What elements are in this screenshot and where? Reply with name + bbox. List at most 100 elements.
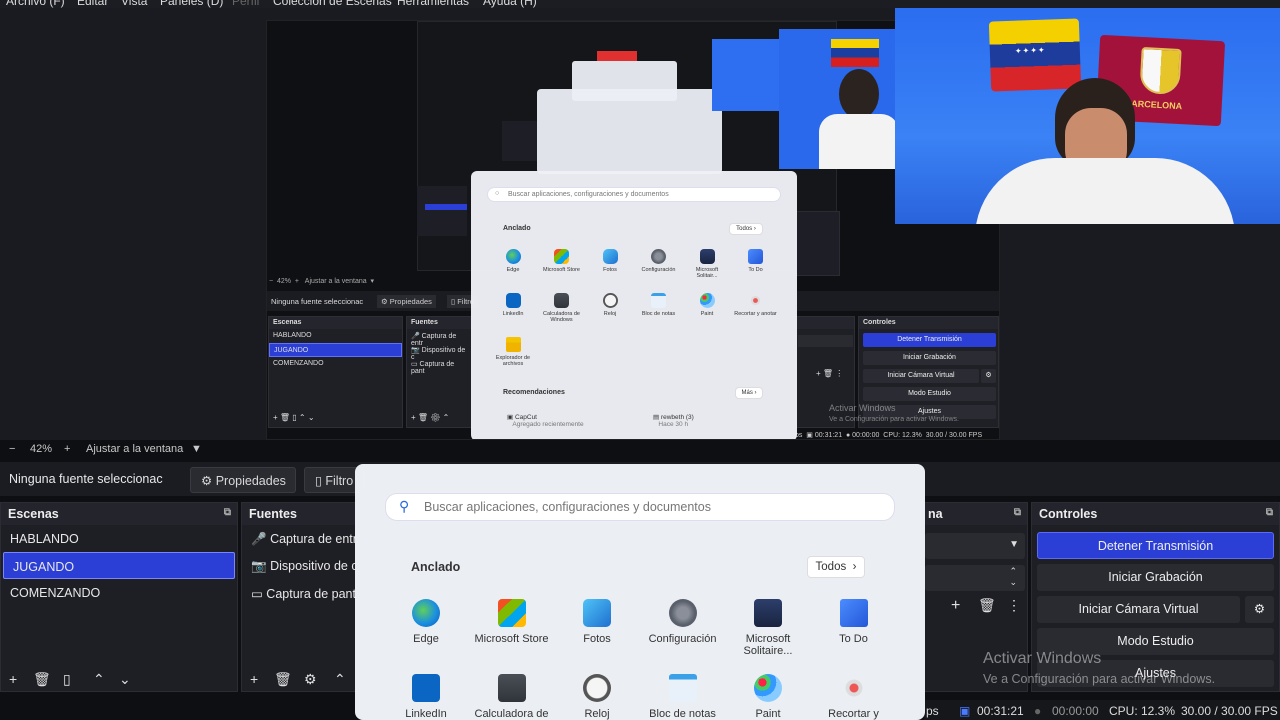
app-tile[interactable]: Recortar y [811, 674, 897, 720]
scene-filters-icon[interactable]: ▯ [63, 671, 71, 688]
app-label: Paint [755, 708, 781, 720]
nested-pinned-label: Anclado [503, 225, 531, 232]
app-tile[interactable]: Microsoft Solitaire... [725, 599, 811, 657]
menu-vista[interactable]: Vista [121, 0, 147, 8]
stop-stream-button[interactable]: Detener Transmisión [1037, 532, 1274, 559]
undock-icon[interactable]: ⧉ [1266, 507, 1273, 518]
move-up-icon[interactable]: ⌃ [93, 671, 105, 688]
nested-controls [795, 211, 840, 276]
more-icon[interactable]: ⋮ [1007, 597, 1021, 614]
source-item[interactable]: ▭ Captura de pant [242, 579, 356, 606]
app-tile[interactable]: LinkedIn [383, 674, 469, 720]
app-label: Edge [413, 633, 439, 645]
cpu-usage: CPU: 12.3% [1109, 704, 1176, 718]
app-tile[interactable]: Fotos [554, 599, 640, 645]
activate-windows-title: Activar Windows [983, 650, 1102, 667]
zoom-fit-label[interactable]: Ajustar a la ventana [86, 443, 183, 455]
camera-icon: 📷 [251, 559, 267, 573]
app-label: Fotos [603, 267, 617, 273]
nested-zoom: − 42% + Ajustar a la ventana ▾ [269, 278, 375, 285]
app-tile[interactable]: Paint [725, 674, 811, 720]
app-label: Microsoft Solitair... [695, 267, 719, 279]
scene-item-selected[interactable]: JUGANDO [3, 552, 235, 579]
stream-icon: ▣ [959, 704, 971, 718]
source-up-icon[interactable]: ⌃ [334, 671, 346, 688]
source-settings-icon[interactable]: ⚙ [304, 671, 317, 688]
virtual-camera-button[interactable]: Iniciar Cámara Virtual [1037, 596, 1240, 623]
menu-coleccion-escenas[interactable]: Colección de Escenas [273, 0, 392, 8]
app-tile[interactable]: Bloc de notas [640, 674, 726, 720]
nested-selection [425, 204, 467, 210]
store-icon [497, 599, 526, 627]
start-search-input[interactable]: ⚲ Buscar aplicaciones, configuraciones y… [385, 493, 895, 521]
move-down-icon[interactable]: ⌄ [119, 671, 131, 688]
app-tile[interactable]: Edge [383, 599, 469, 645]
paint-icon [754, 674, 782, 702]
zoom-dropdown-icon[interactable]: ▼ [191, 443, 202, 455]
menu-archivo[interactable]: Archivo (F) [6, 0, 65, 8]
start-record-button[interactable]: Iniciar Grabación [1037, 564, 1274, 591]
settings-icon [668, 599, 697, 627]
app-label: Bloc de notas [649, 708, 716, 720]
app-label: LinkedIn [502, 311, 524, 317]
app-tile[interactable]: Calculadora de [469, 674, 555, 720]
app-label: Recortar y [828, 708, 879, 720]
zoom-in-button[interactable]: + [64, 443, 70, 455]
undock-icon[interactable]: ⧉ [1014, 507, 1021, 518]
nested-watermark: Activar Windows Ve a Configuración para a… [829, 403, 959, 423]
menu-editar[interactable]: Editar [77, 0, 108, 8]
app-tile: To Do [734, 249, 778, 273]
app-label: Calculadora de Windows [543, 311, 580, 323]
menu-herramientas[interactable]: Herramientas [397, 0, 469, 8]
filter-icon: ▯ [315, 474, 322, 488]
clock-icon [583, 674, 611, 702]
app-tile: Calculadora de Windows [540, 293, 584, 323]
mixer-stepper[interactable]: ⌃ ⌄ [925, 565, 1025, 591]
remove-scene-icon[interactable]: 🗑 [33, 671, 51, 688]
linkedin-icon [505, 293, 521, 308]
photos-icon [602, 249, 618, 264]
app-label: Microsoft Store [543, 267, 580, 273]
app-tile: Configuración [637, 249, 681, 273]
app-tile: Edge [491, 249, 535, 273]
nested-all-button: Todos › [729, 223, 763, 235]
preview-canvas[interactable]: − 42% + Ajustar a la ventana ▾ Ninguna f… [0, 8, 1280, 440]
app-tile[interactable]: Microsoft Store [469, 599, 555, 645]
app-label: Edge [506, 267, 520, 273]
paint-icon [699, 293, 715, 308]
scene-item[interactable]: HABLANDO [1, 525, 237, 552]
virtual-camera-settings-icon[interactable]: ⚙ [1245, 596, 1274, 623]
photos-icon [583, 599, 611, 627]
undock-icon[interactable]: ⧉ [224, 507, 231, 518]
menu-paneles[interactable]: Paneles (D) [160, 0, 223, 8]
add-source-icon[interactable]: + [250, 671, 258, 687]
menu-ayuda[interactable]: Ayuda (H) [483, 0, 537, 8]
nested-rec-item-2: ▤ rewbeth (3) Hace 30 h [653, 414, 694, 428]
scene-item[interactable]: COMENZANDO [1, 579, 237, 606]
app-label: Configuración [648, 633, 717, 645]
remove-source-icon[interactable]: 🗑 [274, 671, 292, 688]
app-tile[interactable]: Configuración [640, 599, 726, 645]
nested-scene-list [417, 186, 467, 236]
add-icon[interactable]: + [951, 597, 960, 615]
search-icon: ⚲ [399, 498, 410, 514]
todo-icon [748, 249, 763, 264]
app-label: Explorador de archivos [495, 355, 531, 367]
properties-button[interactable]: ⚙ Propiedades [190, 467, 296, 493]
nested-status: ps ▣ 00:31:21 ● 00:00:00 CPU: 12.3% 30.0… [795, 432, 983, 439]
menu-perfil[interactable]: Perfil [232, 0, 259, 8]
source-item[interactable]: 📷 Dispositivo de ca [242, 552, 356, 579]
add-scene-icon[interactable]: + [9, 671, 17, 687]
monitor-icon: ▭ [251, 587, 263, 601]
app-label: Reloj [603, 311, 617, 317]
record-time: 00:00:00 [1052, 704, 1099, 718]
source-item[interactable]: 🎤 Captura de entra [242, 525, 356, 552]
app-tile: Bloc de notas [637, 293, 681, 317]
trash-icon[interactable]: 🗑 [978, 597, 996, 614]
app-tile[interactable]: To Do [811, 599, 897, 645]
all-apps-button[interactable]: Todos › [807, 556, 865, 578]
app-tile[interactable]: Reloj [554, 674, 640, 720]
todo-icon [839, 599, 868, 627]
mixer-select[interactable]: ▼ [925, 533, 1025, 559]
zoom-out-button[interactable]: − [9, 443, 15, 455]
